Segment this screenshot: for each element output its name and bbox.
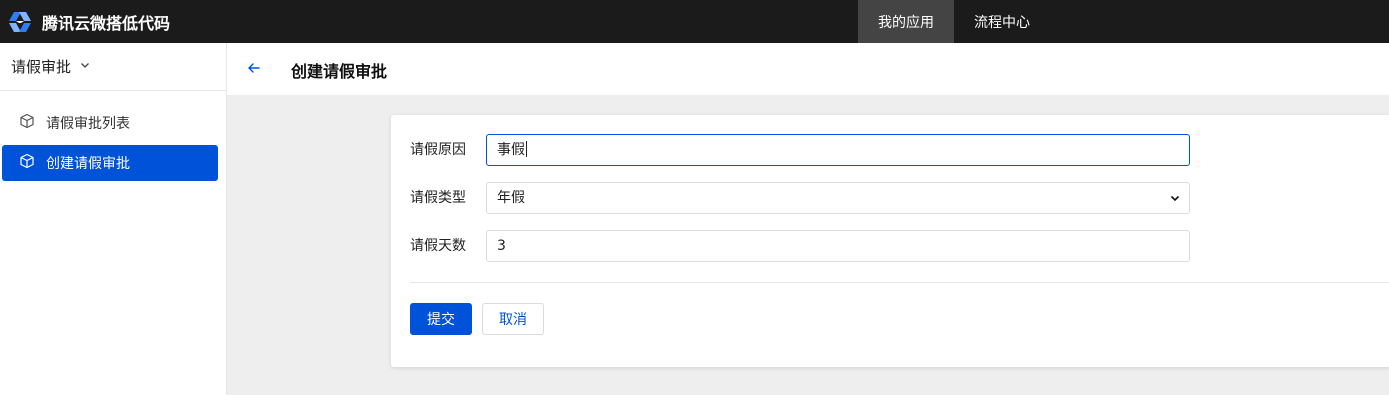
days-input[interactable]: 3 bbox=[486, 230, 1190, 262]
form-divider bbox=[410, 282, 1389, 283]
sidebar-item-leave-list[interactable]: 请假审批列表 bbox=[2, 105, 218, 141]
sidebar-menu: 请假审批列表 创建请假审批 bbox=[2, 105, 218, 185]
form-row-type: 请假类型 年假 bbox=[391, 182, 1389, 214]
chevron-down-icon bbox=[1169, 192, 1181, 208]
chevron-down-icon bbox=[71, 59, 91, 75]
reason-input[interactable]: 事假 bbox=[486, 134, 1190, 166]
content-area: 请假原因 事假 请假类型 年假 请假天数 3 提交 取消 bbox=[227, 95, 1389, 395]
reason-input-value: 事假 bbox=[497, 142, 525, 158]
cube-icon bbox=[19, 153, 35, 173]
page-header: 创建请假审批 bbox=[227, 43, 1389, 95]
form-row-days: 请假天数 3 bbox=[391, 230, 1389, 262]
type-select[interactable]: 年假 bbox=[486, 182, 1190, 214]
type-select-value: 年假 bbox=[497, 190, 525, 206]
brand-name: 腾讯云微搭低代码 bbox=[42, 13, 171, 33]
app-switcher-label: 请假审批 bbox=[11, 58, 72, 76]
page-title: 创建请假审批 bbox=[291, 62, 388, 81]
cube-icon bbox=[19, 113, 35, 133]
submit-button[interactable]: 提交 bbox=[410, 303, 472, 335]
sidebar: 请假审批 请假审批列表 创建请假审批 bbox=[0, 43, 227, 395]
sidebar-item-label: 创建请假审批 bbox=[46, 156, 130, 172]
sidebar-item-create-leave[interactable]: 创建请假审批 bbox=[2, 145, 218, 181]
cancel-button[interactable]: 取消 bbox=[482, 303, 544, 335]
app-switcher[interactable]: 请假审批 bbox=[0, 43, 226, 91]
nav-flow-center[interactable]: 流程中心 bbox=[954, 0, 1050, 43]
reason-label: 请假原因 bbox=[410, 142, 466, 158]
weda-logo-icon bbox=[6, 10, 34, 34]
brand[interactable]: 腾讯云微搭低代码 bbox=[6, 0, 170, 43]
form-row-reason: 请假原因 事假 bbox=[391, 134, 1389, 166]
text-caret bbox=[526, 141, 527, 157]
type-label: 请假类型 bbox=[410, 190, 466, 206]
form-card: 请假原因 事假 请假类型 年假 请假天数 3 提交 取消 bbox=[391, 115, 1389, 367]
days-input-value: 3 bbox=[497, 238, 506, 254]
nav-my-apps[interactable]: 我的应用 bbox=[858, 0, 954, 43]
top-bar: 腾讯云微搭低代码 我的应用 流程中心 bbox=[0, 0, 1389, 43]
back-arrow-icon[interactable] bbox=[246, 60, 262, 80]
sidebar-item-label: 请假审批列表 bbox=[46, 116, 130, 132]
days-label: 请假天数 bbox=[410, 238, 466, 254]
top-nav: 我的应用 流程中心 bbox=[858, 0, 1050, 43]
